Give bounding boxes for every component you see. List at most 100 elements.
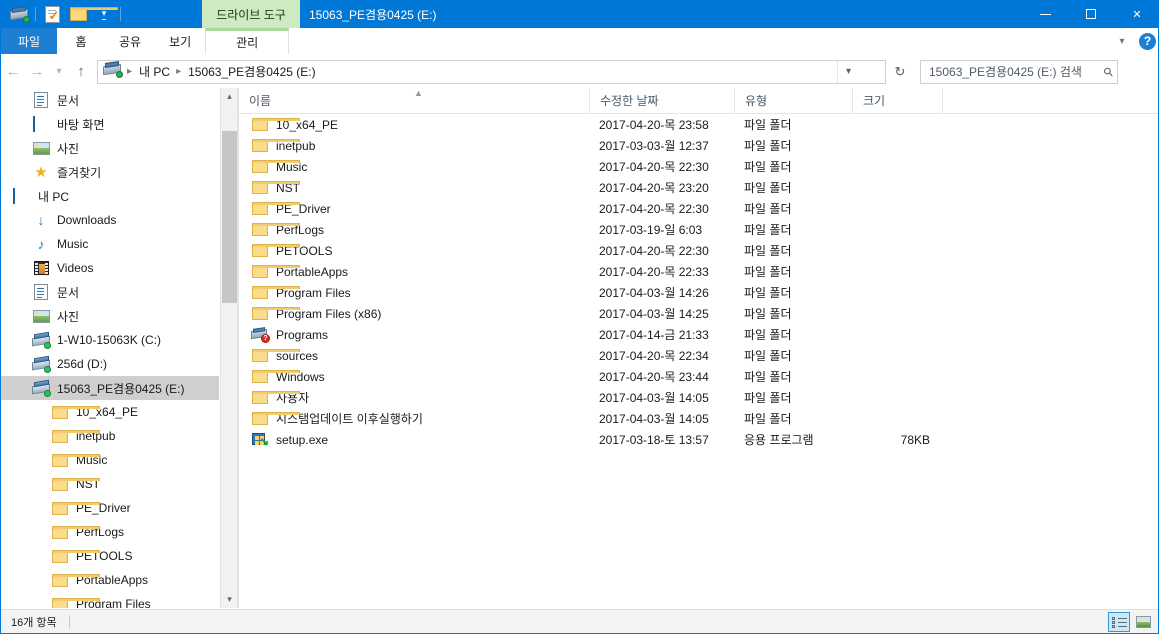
cell-size: 78KB [900, 432, 930, 447]
sidebar-item[interactable]: 10_x64_PE [1, 400, 219, 424]
table-row[interactable]: PerfLogs 2017-03-19-일 6:03 파일 폴더 [239, 219, 1158, 240]
table-row[interactable]: Program Files 2017-04-03-월 14:26 파일 폴더 [239, 282, 1158, 303]
sidebar-item[interactable]: ↓ Downloads [1, 208, 219, 232]
sidebar-item-label: 내 PC [38, 189, 70, 204]
maximize-button[interactable] [1068, 0, 1114, 28]
sidebar-item[interactable]: PETOOLS [1, 544, 219, 568]
table-row[interactable]: 10_x64_PE 2017-04-20-목 23:58 파일 폴더 [239, 114, 1158, 135]
sidebar-item[interactable]: PE_Driver [1, 496, 219, 520]
sidebar-item[interactable]: PerfLogs [1, 520, 219, 544]
table-row[interactable]: NST 2017-04-20-목 23:20 파일 폴더 [239, 177, 1158, 198]
chevron-down-icon[interactable]: ▾ [837, 60, 859, 83]
table-row[interactable]: ? Programs 2017-04-14-금 21:33 파일 폴더 [239, 324, 1158, 345]
table-row[interactable]: 시스탬업데이트 이후실행하기 2017-04-03-월 14:05 파일 폴더 [239, 408, 1158, 429]
folder-icon [252, 244, 300, 257]
sidebar-item-icon: ↓ [31, 210, 51, 230]
cell-type: 파일 폴더 [744, 244, 792, 258]
sidebar-item[interactable]: ★ 즐겨찾기 [1, 160, 219, 184]
drive-icon[interactable] [8, 3, 30, 25]
tab-manage[interactable]: 관리 [205, 28, 290, 54]
sidebar-item[interactable]: inetpub [1, 424, 219, 448]
table-row[interactable]: inetpub 2017-03-03-월 12:37 파일 폴더 [239, 135, 1158, 156]
sidebar-item[interactable]: 256d (D:) [1, 352, 219, 376]
folder-icon [52, 477, 100, 491]
sidebar-item[interactable]: 바탕 화면 [1, 112, 219, 136]
sidebar-item[interactable]: 문서 [1, 88, 219, 112]
table-row[interactable]: Music 2017-04-20-목 22:30 파일 폴더 [239, 156, 1158, 177]
column-header-date[interactable]: 수정한 날짜 [589, 88, 734, 113]
sidebar-item[interactable]: 문서 [1, 280, 219, 304]
table-row[interactable]: PortableApps 2017-04-20-목 22:33 파일 폴더 [239, 261, 1158, 282]
cell-name: PETOOLS [239, 242, 589, 260]
cell-type: 파일 폴더 [744, 286, 792, 300]
breadcrumb-drive-e[interactable]: 15063_PE겸용0425 (E:) [185, 61, 319, 83]
sidebar-item[interactable]: Program Files [1, 592, 219, 608]
cell-type: 파일 폴더 [744, 307, 792, 321]
table-row[interactable]: PETOOLS 2017-04-20-목 22:30 파일 폴더 [239, 240, 1158, 261]
scroll-down-icon[interactable]: ▾ [221, 591, 237, 608]
cell-type: 파일 폴더 [744, 223, 792, 237]
sidebar-item-label: Downloads [57, 213, 117, 227]
close-icon[interactable]: ✕ [1114, 0, 1158, 28]
content-area: 문서 바탕 화면 사진 ★ 즐겨찾기 내 PC ↓ Downloads ♪ Music Videos… [1, 88, 1158, 608]
sidebar-item-icon [50, 498, 100, 518]
sidebar-item-icon [50, 402, 100, 422]
address-bar[interactable]: ▸ 내 PC ▸ 15063_PE겸용0425 (E:) ▾ [97, 59, 886, 84]
cell-name: ? Programs [239, 326, 589, 344]
sidebar-item[interactable]: Videos [1, 256, 219, 280]
sidebar-item[interactable]: PortableApps [1, 568, 219, 592]
tab-view[interactable]: 보기 [155, 28, 205, 54]
folder-icon[interactable] [67, 3, 118, 25]
scroll-up-icon[interactable]: ▴ [221, 88, 237, 105]
table-row[interactable]: PE_Driver 2017-04-20-목 22:30 파일 폴더 [239, 198, 1158, 219]
cell-type: 파일 폴더 [744, 202, 792, 216]
cell-name: 시스탬업데이트 이후실행하기 [239, 410, 589, 428]
contextual-tab-drive-tools[interactable]: 드라이브 도구 [202, 0, 300, 28]
cell-name: PortableApps [239, 263, 589, 281]
video-icon [33, 261, 49, 276]
sidebar-item[interactable]: 내 PC [1, 184, 219, 208]
table-row[interactable]: sources 2017-04-20-목 22:34 파일 폴더 [239, 345, 1158, 366]
column-header-type[interactable]: 유형 [734, 88, 852, 113]
column-header-filler [942, 88, 1158, 113]
table-row[interactable]: ↘ setup.exe 2017-03-18-토 13:57 응용 프로그램 78KB [239, 429, 1158, 450]
refresh-icon[interactable]: ↻ [888, 60, 912, 84]
tab-file[interactable]: 파일 [1, 28, 57, 54]
sidebar-item[interactable]: NST [1, 472, 219, 496]
file-icon [251, 116, 300, 134]
up-button[interactable]: ↑ [69, 60, 93, 84]
sidebar-item-icon [31, 114, 51, 134]
navigation-pane-scrollbar[interactable]: ▴ ▾ [220, 88, 237, 608]
tab-home[interactable]: 홈 [57, 28, 105, 54]
sidebar-item[interactable]: 사진 [1, 304, 219, 328]
table-row[interactable]: 사용자 2017-04-03-월 14:05 파일 폴더 [239, 387, 1158, 408]
search-input[interactable]: 15063_PE겸용0425 (E:) 검색 ⚲ [920, 59, 1118, 84]
scrollbar-thumb[interactable] [222, 131, 237, 303]
recent-locations-icon[interactable]: ▾ [49, 60, 69, 84]
sidebar-item[interactable]: ♪ Music [1, 232, 219, 256]
sidebar-item[interactable]: Music [1, 448, 219, 472]
table-row[interactable]: Program Files (x86) 2017-04-03-월 14:25 파일 … [239, 303, 1158, 324]
title-bar: ✓ ▾ 드라이브 도구 15063_PE겸용0425 (E:) ✕ [1, 0, 1158, 28]
help-icon[interactable]: ? [1139, 32, 1156, 50]
sidebar-item[interactable]: 사진 [1, 136, 219, 160]
column-header-name[interactable]: 이름 ▲ [239, 88, 589, 113]
sidebar-item[interactable]: 1-W10-15063K (C:) [1, 328, 219, 352]
document-check-icon[interactable]: ✓ [41, 3, 63, 25]
table-row[interactable]: Windows 2017-04-20-목 23:44 파일 폴더 [239, 366, 1158, 387]
breadcrumb-my-pc[interactable]: 내 PC [136, 61, 173, 83]
file-icon [251, 368, 300, 386]
back-button[interactable]: ← [1, 60, 25, 84]
column-header-size[interactable]: 크기 [852, 88, 942, 113]
tab-share[interactable]: 공유 [105, 28, 155, 54]
music-icon: ♪ [37, 236, 45, 252]
pictures-icon [32, 141, 50, 155]
forward-button[interactable]: → [25, 60, 49, 84]
navigation-bar: ← → ▾ ↑ ▸ 내 PC ▸ 15063_PE겸용0425 (E:) ▾ ↻… [1, 55, 1158, 88]
chevron-down-icon[interactable]: ▾ [1111, 30, 1133, 52]
details-view-button[interactable] [1108, 612, 1130, 632]
sidebar-item[interactable]: 15063_PE겸용0425 (E:) [1, 376, 219, 400]
minimize-button[interactable] [1022, 0, 1068, 28]
large-icons-view-button[interactable] [1132, 612, 1154, 632]
contextual-tab-label: 드라이브 도구 [216, 7, 286, 22]
